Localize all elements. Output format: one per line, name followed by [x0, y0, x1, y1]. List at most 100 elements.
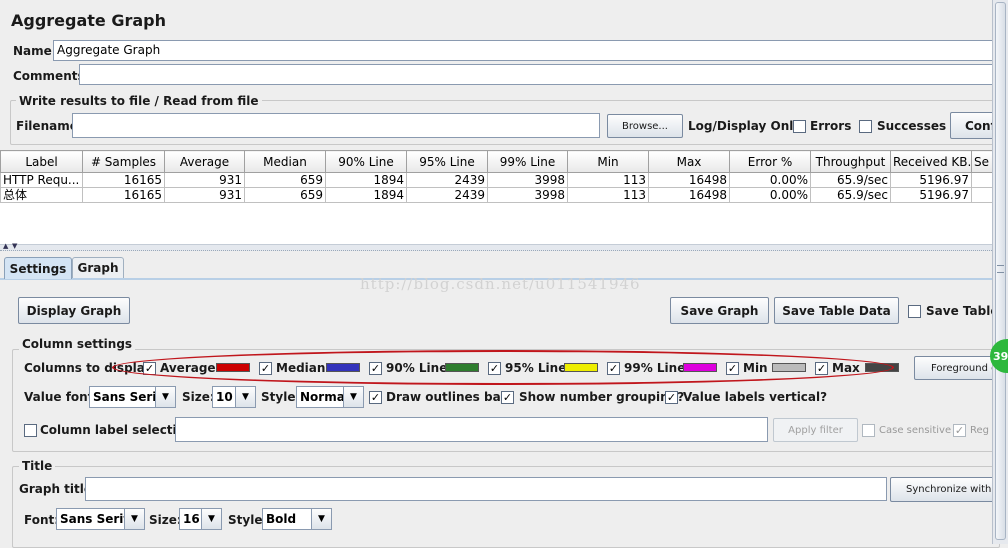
tab-graph-label: Graph — [77, 261, 119, 275]
apply-filter-button[interactable]: Apply filter — [773, 418, 858, 442]
filename-field[interactable] — [72, 113, 600, 138]
value-size-value: 10 — [216, 390, 233, 404]
chevron-down-icon: ▼ — [201, 509, 221, 529]
table-header-row: Label # Samples Average Median 90% Line … — [0, 150, 992, 173]
table-cell: 16498 — [648, 187, 730, 203]
table-cell: 2439 — [406, 172, 488, 188]
number-grouping-checkbox[interactable]: ✓ — [501, 391, 514, 404]
title-style-select[interactable]: Bold ▼ — [262, 508, 332, 530]
value-font-select[interactable]: Sans Serif ▼ — [89, 386, 176, 408]
table-row[interactable]: HTTP Requ... 16165 931 659 1894 2439 399… — [0, 172, 992, 188]
table-cell: 931 — [164, 187, 245, 203]
chevron-down-icon: ▼ — [235, 387, 255, 407]
value-size-select[interactable]: 10 ▼ — [212, 386, 256, 408]
table-cell: 1894 — [325, 187, 407, 203]
draw-outlines-checkbox[interactable]: ✓ — [369, 391, 382, 404]
results-table-area: Label # Samples Average Median 90% Line … — [0, 150, 992, 244]
scrollbar-grip-icon — [997, 265, 1004, 273]
errors-checkbox[interactable] — [793, 120, 806, 133]
table-cell: 1894 — [325, 172, 407, 188]
counter-badge-value: 39 — [993, 349, 1008, 363]
column-header[interactable]: 95% Line — [406, 150, 488, 173]
table-cell: 2439 — [406, 187, 488, 203]
case-sensitive-checkbox[interactable] — [862, 424, 875, 437]
table-cell: HTTP Requ... — [0, 172, 83, 188]
table-cell — [971, 187, 992, 203]
column-header[interactable]: Label — [0, 150, 83, 173]
column-header[interactable]: Max — [648, 150, 730, 173]
column-header[interactable]: Received KB... — [890, 150, 972, 173]
name-field[interactable]: Aggregate Graph — [53, 40, 998, 61]
draw-outlines-label: Draw outlines bar? — [386, 390, 514, 404]
vertical-scrollbar[interactable] — [992, 0, 1008, 544]
column-header[interactable]: Average — [164, 150, 245, 173]
collapse-down-icon[interactable]: ▼ — [12, 242, 17, 250]
table-cell: 65.9/sec — [810, 172, 891, 188]
chevron-down-icon: ▼ — [155, 387, 175, 407]
table-cell: 659 — [244, 187, 326, 203]
column-settings-title: Column settings — [19, 337, 136, 351]
column-header[interactable]: Median — [244, 150, 326, 173]
comments-field[interactable] — [79, 64, 998, 85]
column-label-selection-checkbox[interactable] — [24, 424, 37, 437]
column-header[interactable]: Se — [971, 150, 992, 173]
chevron-down-icon: ▼ — [343, 387, 363, 407]
value-font-value: Sans Serif — [93, 390, 155, 404]
collapse-up-icon[interactable]: ▲ — [3, 242, 8, 250]
title-font-value: Sans Serif — [60, 512, 124, 526]
value-size-label: Size: — [182, 390, 215, 404]
table-cell — [971, 172, 992, 188]
comments-label: Comments: — [13, 69, 90, 83]
file-group-title: Write results to file / Read from file — [16, 94, 262, 108]
column-header[interactable]: # Samples — [82, 150, 165, 173]
page-title: Aggregate Graph — [11, 11, 167, 30]
filename-label: Filename — [16, 119, 78, 133]
table-cell: 总体 — [0, 187, 83, 203]
table-cell: 5196.97 — [890, 172, 972, 188]
tab-settings[interactable]: Settings — [4, 257, 72, 279]
value-style-label: Style: — [261, 390, 301, 404]
table-cell: 16165 — [82, 187, 165, 203]
title-font-select[interactable]: Sans Serif ▼ — [56, 508, 145, 530]
display-graph-button[interactable]: Display Graph — [18, 297, 130, 324]
column-header[interactable]: 99% Line — [487, 150, 568, 173]
log-display-label: Log/Display Only: — [688, 119, 806, 133]
save-table-header-label: Save Table — [926, 304, 999, 318]
table-cell: 0.00% — [729, 172, 811, 188]
table-cell: 931 — [164, 172, 245, 188]
title-group-title: Title — [19, 459, 56, 473]
table-cell: 0.00% — [729, 187, 811, 203]
foreground-color-button[interactable]: Foreground c — [914, 356, 998, 380]
save-table-header-checkbox[interactable] — [908, 305, 921, 318]
save-graph-button[interactable]: Save Graph — [670, 297, 769, 324]
table-row[interactable]: 总体 16165 931 659 1894 2439 3998 113 1649… — [0, 187, 992, 203]
labels-vertical-checkbox[interactable]: ✓ — [665, 391, 678, 404]
table-cell: 65.9/sec — [810, 187, 891, 203]
regexp-label: Reg — [970, 425, 989, 436]
title-style-value: Bold — [266, 512, 297, 526]
title-font-label: Font: — [24, 513, 60, 527]
watermark: http://blog.csdn.net/u011541946 — [360, 275, 641, 293]
split-divider[interactable]: ▲ ▼ — [0, 242, 992, 251]
table-cell: 659 — [244, 172, 326, 188]
synchronize-button[interactable]: Synchronize with — [890, 477, 998, 502]
value-style-select[interactable]: Normal ▼ — [296, 386, 364, 408]
table-cell: 3998 — [487, 172, 568, 188]
column-label-filter-field[interactable] — [175, 417, 768, 442]
column-header[interactable]: Min — [567, 150, 649, 173]
configure-button[interactable]: Conf — [950, 112, 998, 139]
regexp-checkbox[interactable]: ✓ — [953, 424, 966, 437]
chevron-down-icon: ▼ — [124, 509, 144, 529]
value-style-value: Normal — [300, 390, 343, 404]
column-header[interactable]: 90% Line — [325, 150, 407, 173]
title-size-select[interactable]: 16 ▼ — [179, 508, 222, 530]
annotation-ellipse — [112, 350, 894, 385]
column-header[interactable]: Throughput — [810, 150, 891, 173]
browse-button[interactable]: Browse... — [607, 114, 683, 138]
successes-checkbox[interactable] — [859, 120, 872, 133]
graph-title-field[interactable] — [85, 477, 887, 501]
table-cell: 5196.97 — [890, 187, 972, 203]
save-table-data-button[interactable]: Save Table Data — [774, 297, 899, 324]
column-header[interactable]: Error % — [729, 150, 811, 173]
tab-graph[interactable]: Graph — [72, 257, 124, 278]
